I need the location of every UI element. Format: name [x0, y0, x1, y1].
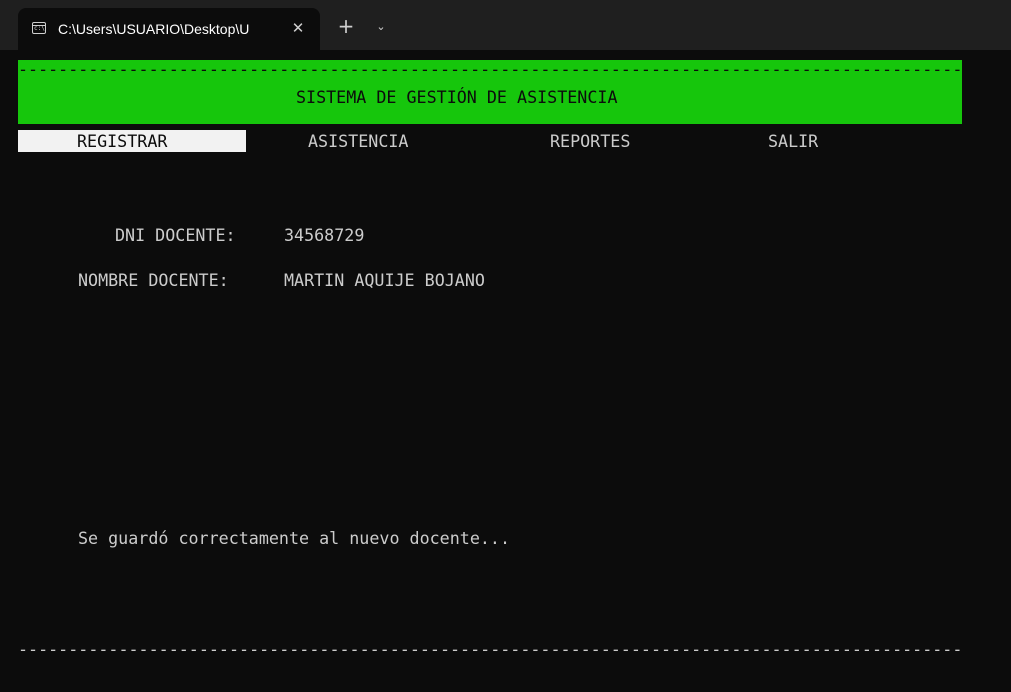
- nombre-value: MARTIN AQUIJE BOJANO: [284, 270, 485, 290]
- terminal-content[interactable]: ----------------------------------------…: [0, 50, 1011, 692]
- title-bar: c:\ C:\Users\USUARIO\Desktop\U ✕ + ⌄: [0, 0, 1011, 50]
- dni-label: DNI DOCENTE:: [115, 225, 236, 245]
- chevron-down-icon[interactable]: ⌄: [372, 18, 390, 36]
- new-tab-button[interactable]: +: [336, 16, 356, 38]
- menu-item-registrar[interactable]: REGISTRAR: [18, 130, 246, 152]
- tab-title: C:\Users\USUARIO\Desktop\U: [58, 21, 250, 37]
- status-message: Se guardó correctamente al nuevo docente…: [78, 528, 511, 548]
- console-icon: c:\: [32, 22, 46, 34]
- terminal-tab[interactable]: c:\ C:\Users\USUARIO\Desktop\U ✕: [18, 8, 320, 50]
- nombre-label: NOMBRE DOCENTE:: [78, 270, 229, 290]
- close-tab-icon[interactable]: ✕: [288, 18, 308, 38]
- dni-value: 34568729: [284, 225, 365, 245]
- menu-item-asistencia[interactable]: ASISTENCIA: [308, 130, 408, 152]
- footer-dashes: ----------------------------------------…: [18, 639, 962, 659]
- header-title: SISTEMA DE GESTIÓN DE ASISTENCIA: [296, 87, 618, 107]
- menu-item-reportes[interactable]: REPORTES: [550, 130, 630, 152]
- header-top-dashes: ----------------------------------------…: [18, 59, 962, 79]
- menu-item-salir[interactable]: SALIR: [768, 130, 818, 152]
